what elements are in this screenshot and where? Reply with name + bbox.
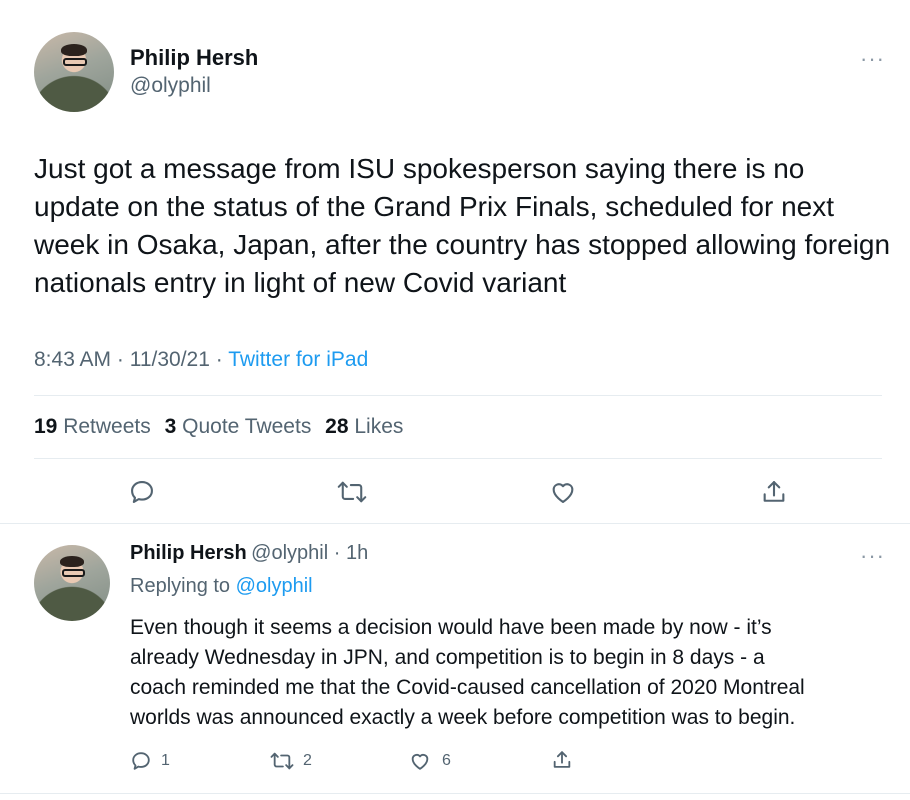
reply-text-line: already Wednesday in JPN, and competitio… — [130, 646, 765, 669]
reply-retweet-count: 2 — [303, 752, 312, 769]
tweet-time[interactable]: 8:43 AM — [34, 348, 111, 371]
divider — [34, 458, 882, 459]
reply-separator: · — [328, 542, 346, 564]
tweet-meta: 8:43 AM · 11/30/21 · Twitter for iPad — [34, 348, 368, 372]
reply-retweet-icon[interactable] — [270, 750, 294, 772]
like-icon[interactable] — [549, 478, 577, 506]
reply-reply-icon[interactable] — [130, 750, 152, 772]
reply-author-name[interactable]: Philip Hersh — [130, 542, 247, 564]
reply-reply-count: 1 — [161, 752, 170, 769]
tweet-date[interactable]: 11/30/21 — [130, 348, 210, 371]
reply-header: Philip Hersh @olyphil · 1h — [130, 542, 368, 565]
reply-author-avatar[interactable] — [34, 545, 110, 621]
author-handle[interactable]: @olyphil — [130, 74, 211, 98]
reply-more-options-icon[interactable]: ··· — [860, 543, 885, 569]
replying-to-label: Replying to — [130, 575, 231, 597]
reply-text-line: coach reminded me that the Covid-caused … — [130, 676, 805, 699]
retweet-icon[interactable] — [337, 478, 367, 506]
divider — [34, 395, 882, 396]
quote-tweets-stat[interactable]: 3 Quote Tweets — [165, 415, 312, 438]
reply-text: Even though it seems a decision would ha… — [130, 613, 890, 733]
author-name[interactable]: Philip Hersh — [130, 45, 258, 71]
replying-to: Replying to @olyphil — [130, 575, 313, 598]
reply-like-icon[interactable] — [409, 750, 431, 772]
author-avatar[interactable] — [34, 32, 114, 112]
reply-text-line: Even though it seems a decision would ha… — [130, 616, 772, 639]
tweet-source[interactable]: Twitter for iPad — [228, 348, 368, 371]
section-divider — [0, 523, 910, 524]
more-options-icon[interactable]: ··· — [860, 46, 885, 72]
retweets-stat[interactable]: 19 Retweets — [34, 415, 151, 438]
tweet-stats: 19 Retweets 3 Quote Tweets 28 Likes — [34, 415, 411, 439]
reply-icon[interactable] — [128, 478, 156, 506]
meta-separator: · — [116, 348, 130, 371]
reply-age[interactable]: 1h — [346, 542, 368, 564]
replying-to-handle[interactable]: @olyphil — [236, 575, 313, 597]
reply-author-handle[interactable]: @olyphil — [251, 542, 328, 564]
share-icon[interactable] — [760, 478, 788, 506]
bottom-divider — [0, 793, 910, 794]
reply-share-icon[interactable] — [551, 749, 573, 771]
likes-stat[interactable]: 28 Likes — [325, 415, 403, 438]
reply-like-count: 6 — [442, 752, 451, 769]
reply-text-line: worlds was announced exactly a week befo… — [130, 706, 796, 729]
tweet-text: Just got a message from ISU spokesperson… — [34, 153, 891, 298]
meta-separator: · — [215, 348, 229, 371]
